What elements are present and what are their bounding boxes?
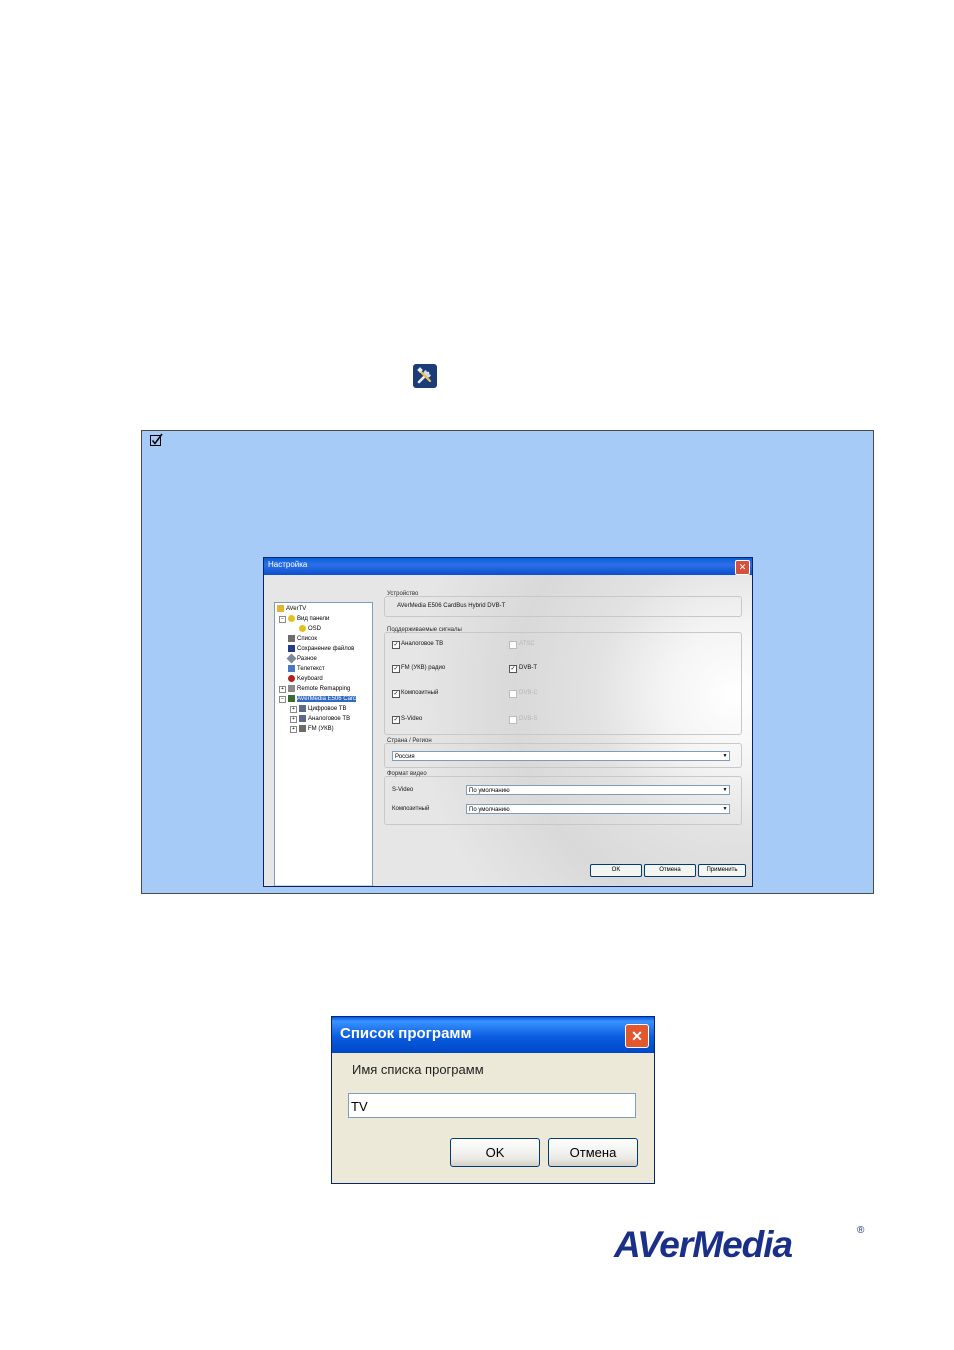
tree-expand-icon[interactable]: + bbox=[290, 726, 297, 733]
chevron-down-icon[interactable]: ▼ bbox=[721, 786, 729, 794]
signals-group bbox=[384, 632, 742, 735]
region-select[interactable]: Россия ▼ bbox=[392, 751, 730, 761]
settings-dialog: Настройка ✕ AVerTV − Вид панели OSD Спис… bbox=[263, 557, 753, 887]
atsc-label: ATSC bbox=[519, 641, 535, 647]
keyboard-icon bbox=[288, 675, 295, 682]
program-list-title-bar: Список программ bbox=[332, 1017, 654, 1053]
tree-item-analog-tv[interactable]: Аналоговое ТВ bbox=[299, 715, 350, 723]
program-list-name-input[interactable]: TV bbox=[348, 1093, 636, 1118]
device-name: AVerMedia E506 CardBus Hybrid DVB-T bbox=[397, 603, 506, 609]
tree-item-list[interactable]: Список bbox=[288, 635, 317, 643]
settings-title: Настройка bbox=[268, 560, 308, 569]
cancel-button[interactable]: Отмена bbox=[644, 864, 696, 877]
ok-button[interactable]: OK bbox=[590, 864, 642, 877]
remote-icon bbox=[288, 685, 295, 692]
tree-collapse-icon[interactable]: − bbox=[279, 616, 286, 623]
fm-radio-label: FM (УКВ) радио bbox=[401, 665, 446, 671]
tree-item-teletext[interactable]: Телетекст bbox=[288, 665, 325, 673]
digital-tv-icon bbox=[299, 705, 306, 712]
program-list-close-button[interactable]: ✕ bbox=[625, 1024, 649, 1048]
analog-tv-checkbox[interactable]: ✓ bbox=[392, 641, 400, 649]
composite-format-select[interactable]: По умолчанию ▼ bbox=[466, 804, 730, 814]
svideo-format-select[interactable]: По умолчанию ▼ bbox=[466, 785, 730, 795]
settings-close-button[interactable]: ✕ bbox=[735, 560, 750, 575]
analog-tv-icon bbox=[299, 715, 306, 722]
tree-item-fm-radio[interactable]: FM (УКВ) bbox=[299, 725, 334, 733]
tree-item-keyboard[interactable]: Keyboard bbox=[288, 675, 323, 683]
tree-item-misc[interactable]: Разное bbox=[286, 653, 317, 664]
tree-horizontal-scrollbar[interactable]: < > bbox=[275, 885, 372, 886]
tree-item-digital-tv[interactable]: Цифровое ТВ bbox=[299, 705, 347, 713]
composite-format-label: Композитный bbox=[392, 806, 430, 812]
tree-collapse-icon[interactable]: − bbox=[279, 696, 286, 703]
panel-icon bbox=[288, 615, 295, 622]
region-group-label: Страна / Регион bbox=[387, 738, 432, 744]
avermedia-logo: AVerMedia bbox=[614, 1224, 793, 1265]
dvb-t-checkbox[interactable]: ✓ bbox=[509, 665, 517, 673]
signals-group-label: Поддерживаемые сигналы bbox=[387, 627, 462, 633]
video-format-group-label: Формат видео bbox=[387, 771, 427, 777]
program-list-name-label: Имя списка программ bbox=[352, 1062, 484, 1077]
dvb-s-label: DVB-S bbox=[519, 716, 538, 722]
misc-icon bbox=[286, 653, 297, 664]
fm-radio-checkbox[interactable]: ✓ bbox=[392, 665, 400, 673]
composite-checkbox[interactable]: ✓ bbox=[392, 690, 400, 698]
dvb-t-label: DVB-T bbox=[519, 665, 537, 671]
program-list-cancel-button[interactable]: Отмена bbox=[548, 1138, 638, 1167]
settings-tree[interactable]: AVerTV − Вид панели OSD Список Сохранени… bbox=[274, 602, 373, 886]
tree-item-avertv[interactable]: AVerTV bbox=[277, 605, 306, 613]
atsc-checkbox[interactable] bbox=[509, 641, 517, 649]
svideo-format-value: По умолчанию bbox=[469, 788, 510, 794]
tree-item-avermedia-card[interactable]: AVerMedia E506 Carc bbox=[288, 695, 356, 703]
radio-icon bbox=[299, 725, 306, 732]
tree-item-panel-view[interactable]: Вид панели bbox=[288, 615, 329, 623]
settings-body: AVerTV − Вид панели OSD Список Сохранени… bbox=[264, 575, 752, 886]
program-list-dialog: Список программ ✕ Имя списка программ TV… bbox=[331, 1016, 655, 1184]
tree-expand-icon[interactable]: + bbox=[290, 706, 297, 713]
list-icon bbox=[288, 635, 295, 642]
device-group-label: Устройство bbox=[387, 591, 419, 597]
note-check-icon bbox=[150, 433, 163, 447]
svideo-label: S-Video bbox=[401, 716, 423, 722]
chevron-down-icon[interactable]: ▼ bbox=[721, 805, 729, 813]
note-panel: Настройка ✕ AVerTV − Вид панели OSD Спис… bbox=[141, 430, 874, 894]
svideo-checkbox[interactable]: ✓ bbox=[392, 716, 400, 724]
composite-label: Композитный bbox=[401, 690, 439, 696]
settings-title-bar: Настройка ✕ bbox=[264, 558, 752, 575]
program-list-ok-button[interactable]: OK bbox=[450, 1138, 540, 1167]
apply-button[interactable]: Применить bbox=[698, 864, 746, 877]
osd-icon bbox=[299, 625, 306, 632]
tree-expand-icon[interactable]: + bbox=[290, 716, 297, 723]
dvb-s-checkbox[interactable] bbox=[509, 716, 517, 724]
registered-mark: ® bbox=[857, 1225, 865, 1236]
tree-expand-icon[interactable]: + bbox=[279, 686, 286, 693]
video-format-group bbox=[384, 776, 742, 825]
chevron-down-icon[interactable]: ▼ bbox=[721, 752, 729, 760]
program-list-title: Список программ bbox=[340, 1025, 472, 1042]
region-value: Россия bbox=[395, 754, 415, 760]
tree-item-remote-remapping[interactable]: Remote Remapping bbox=[288, 685, 350, 693]
analog-tv-label: Аналоговое ТВ bbox=[401, 641, 444, 647]
save-icon bbox=[288, 645, 295, 652]
dvb-c-checkbox[interactable] bbox=[509, 690, 517, 698]
composite-format-value: По умолчанию bbox=[469, 807, 510, 813]
teletext-icon bbox=[288, 665, 295, 672]
card-icon bbox=[288, 695, 295, 702]
tree-item-osd[interactable]: OSD bbox=[299, 625, 321, 633]
svideo-format-label: S-Video bbox=[392, 787, 414, 793]
folder-icon bbox=[277, 605, 284, 612]
dvb-c-label: DVB-C bbox=[519, 690, 538, 696]
tree-item-save-files[interactable]: Сохранение файлов bbox=[288, 645, 354, 653]
tools-icon bbox=[413, 364, 437, 388]
